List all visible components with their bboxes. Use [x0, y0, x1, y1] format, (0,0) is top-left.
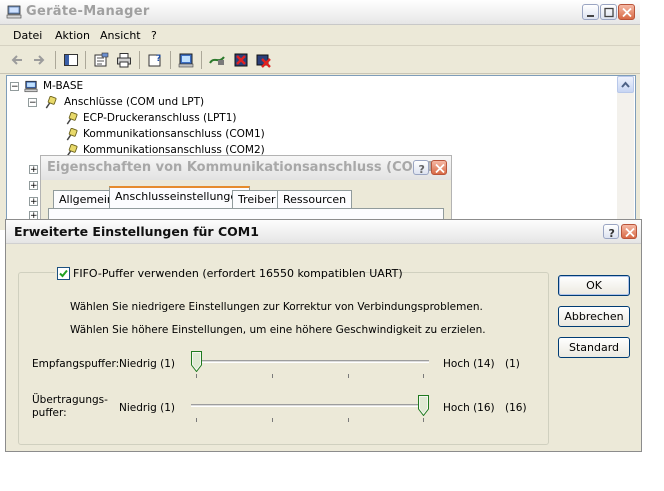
transmit-buffer-label-line1: Übertragungs- [32, 394, 108, 406]
close-button[interactable] [431, 160, 447, 175]
disable-device-icon[interactable] [233, 52, 249, 68]
tree-label: Kommunikationsanschluss (COM1) [83, 128, 265, 140]
fifo-checkbox-row[interactable]: FIFO-Puffer verwenden (erfordert 16550 k… [55, 266, 403, 282]
cancel-button[interactable]: Abbrechen [558, 306, 630, 327]
tree-label: M-BASE [43, 80, 84, 92]
tab-anschlusseinstellungen[interactable]: Anschlusseinstellungen [109, 186, 251, 208]
transmit-high-label: Hoch (16) [443, 402, 495, 414]
slider-tick [423, 418, 424, 422]
toolbar-separator [85, 51, 86, 69]
port-connector-icon [66, 112, 78, 125]
title-bar[interactable]: Geräte-Manager [0, 0, 640, 25]
maximize-button[interactable] [600, 4, 617, 20]
dialog-title-bar[interactable]: Erweiterte Einstellungen für COM1 ? [6, 220, 641, 244]
computer-icon [24, 80, 38, 93]
svg-text:?: ? [156, 54, 161, 64]
close-icon [622, 7, 632, 18]
transmit-buffer-label-line2: puffer: [32, 407, 67, 419]
expand-toggle[interactable]: + [29, 197, 38, 207]
menu-datei[interactable]: Datei [13, 29, 42, 42]
properties-dialog: Eigenschaften von Kommunikationsanschlus… [40, 155, 452, 225]
tab-treiber[interactable]: Treiber [232, 190, 282, 208]
slider-tick [196, 418, 197, 422]
expand-toggle[interactable]: + [29, 165, 38, 175]
close-button[interactable] [618, 4, 635, 20]
receive-buffer-slider[interactable] [191, 347, 429, 383]
port-connector-icon [45, 96, 57, 109]
uninstall-device-icon[interactable] [256, 52, 272, 68]
print-icon[interactable] [116, 52, 132, 68]
menu-aktion[interactable]: Aktion [55, 29, 90, 42]
toolbar-separator [170, 51, 171, 69]
default-settings-button[interactable]: Standard [558, 337, 630, 358]
svg-text:?: ? [609, 227, 615, 240]
tree-label: Anschlüsse (COM und LPT) [64, 96, 205, 108]
menu-ansicht[interactable]: Ansicht [100, 29, 141, 42]
slider-track [191, 404, 429, 407]
close-icon [625, 227, 635, 238]
slider-tick [196, 374, 197, 378]
vertical-scrollbar[interactable] [617, 76, 634, 229]
receive-high-label: Hoch (14) [443, 358, 495, 370]
help-icon[interactable]: ? [147, 52, 163, 68]
hint-high-text: Wählen Sie höhere Einstellungen, um eine… [70, 324, 486, 336]
receive-low-label: Niedrig (1) [119, 358, 176, 370]
show-hide-console-tree-icon[interactable] [63, 52, 79, 68]
menu-help[interactable]: ? [151, 29, 157, 42]
slider-tick [423, 374, 424, 378]
menu-bar: Datei Aktion Ansicht ? [0, 25, 640, 46]
toolbar-separator [139, 51, 140, 69]
close-icon [435, 163, 445, 174]
slider-tick [272, 374, 273, 378]
collapse-toggle[interactable]: − [28, 98, 37, 108]
scroll-up-button[interactable] [617, 76, 634, 93]
port-connector-icon [66, 128, 78, 141]
fifo-checkbox-label: FIFO-Puffer verwenden (erfordert 16550 k… [73, 267, 403, 280]
dialog-title: Erweiterte Einstellungen für COM1 [14, 224, 259, 239]
close-button[interactable] [621, 224, 637, 239]
window-title: Geräte-Manager [26, 4, 150, 19]
expand-toggle[interactable]: + [29, 181, 38, 191]
slider-track [191, 360, 429, 363]
forward-arrow-icon[interactable] [31, 52, 47, 68]
question-mark-icon: ? [419, 163, 425, 176]
chevron-up-icon [621, 81, 630, 88]
slider-tick [272, 418, 273, 422]
tree-label: ECP-Druckeranschluss (LPT1) [83, 112, 237, 124]
transmit-buffer-slider[interactable] [191, 392, 429, 428]
slider-thumb-icon[interactable] [191, 351, 202, 372]
tab-ressourcen[interactable]: Ressourcen [277, 190, 353, 208]
help-button[interactable]: ? [413, 160, 429, 176]
toolbar: ? [0, 46, 640, 74]
ok-button[interactable]: OK [558, 275, 630, 296]
minimize-icon [587, 15, 594, 17]
slider-thumb-icon[interactable] [418, 395, 429, 416]
toolbar-separator [201, 51, 202, 69]
advanced-settings-dialog: Erweiterte Einstellungen für COM1 ? FIFO… [5, 219, 642, 452]
properties-icon[interactable] [93, 52, 109, 68]
back-arrow-icon[interactable] [9, 52, 25, 68]
dialog-title: Eigenschaften von Kommunikationsanschlus… [47, 160, 441, 175]
help-button[interactable]: ? [603, 224, 619, 240]
maximize-icon [604, 7, 614, 18]
dialog-title-bar[interactable]: Eigenschaften von Kommunikationsanschlus… [41, 156, 451, 180]
toolbar-separator [55, 51, 56, 69]
update-driver-icon[interactable] [209, 52, 225, 68]
transmit-low-label: Niedrig (1) [119, 402, 176, 414]
question-mark-icon: ? [609, 227, 615, 240]
fifo-checkbox[interactable] [57, 267, 70, 280]
slider-tick [348, 418, 349, 422]
receive-buffer-label: Empfangspuffer: [32, 358, 120, 370]
scan-hardware-icon[interactable] [178, 52, 194, 68]
hint-low-text: Wählen Sie niedrigere Einstellungen zur … [70, 301, 483, 313]
computer-icon [6, 5, 22, 19]
svg-text:?: ? [419, 163, 425, 176]
checkmark-icon [59, 269, 68, 278]
slider-tick [348, 374, 349, 378]
minimize-button[interactable] [582, 4, 599, 20]
collapse-toggle[interactable]: − [10, 82, 19, 92]
transmit-value: (16) [505, 402, 527, 414]
receive-value: (1) [505, 358, 520, 370]
